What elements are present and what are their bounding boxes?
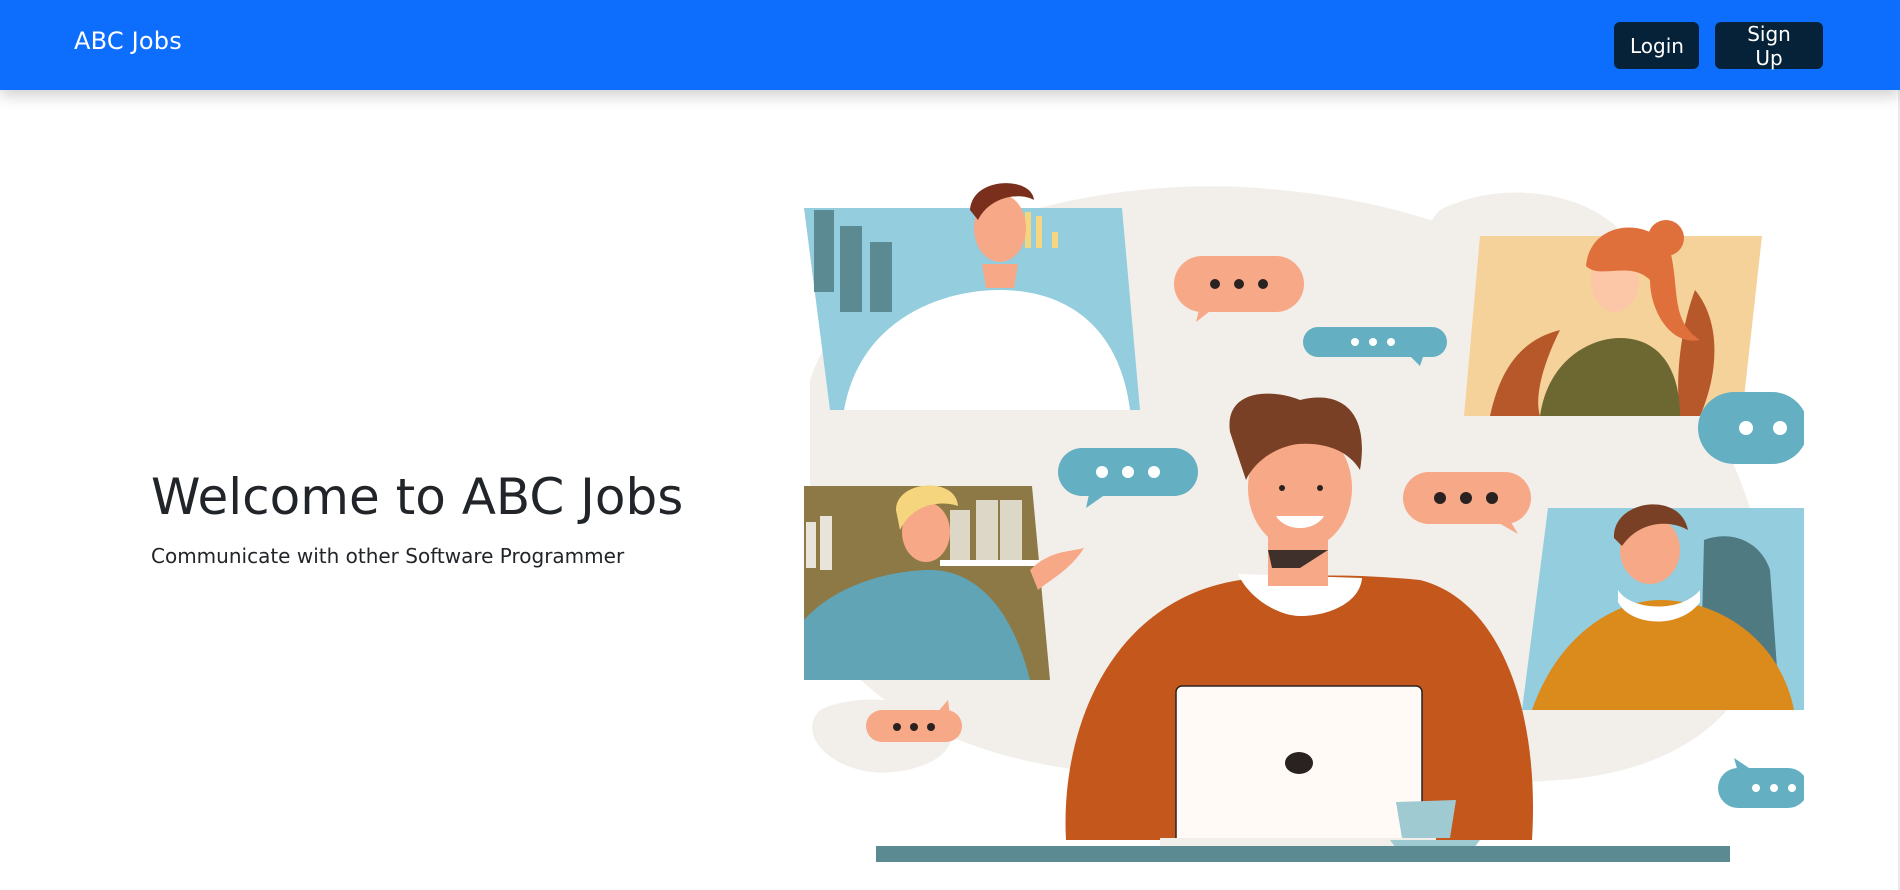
- tile-man-headphones: [1522, 504, 1804, 710]
- tile-man-white-shirt: [804, 183, 1140, 410]
- tile-woman-red-hair: [1464, 220, 1762, 416]
- login-button[interactable]: Login: [1614, 22, 1699, 69]
- signup-button[interactable]: Sign Up: [1715, 22, 1823, 70]
- brand-link[interactable]: ABC Jobs: [74, 27, 182, 55]
- chat-bubble-teal-bottom: [1718, 758, 1804, 808]
- chat-bubble-teal-right: [1698, 392, 1804, 464]
- desk: [876, 846, 1730, 862]
- top-navbar: ABC Jobs Login Sign Up: [0, 0, 1900, 90]
- hero-title: Welcome to ABC Jobs: [151, 468, 684, 526]
- video-call-illustration-icon: [804, 183, 1804, 862]
- hero-subtitle: Communicate with other Software Programm…: [151, 544, 625, 568]
